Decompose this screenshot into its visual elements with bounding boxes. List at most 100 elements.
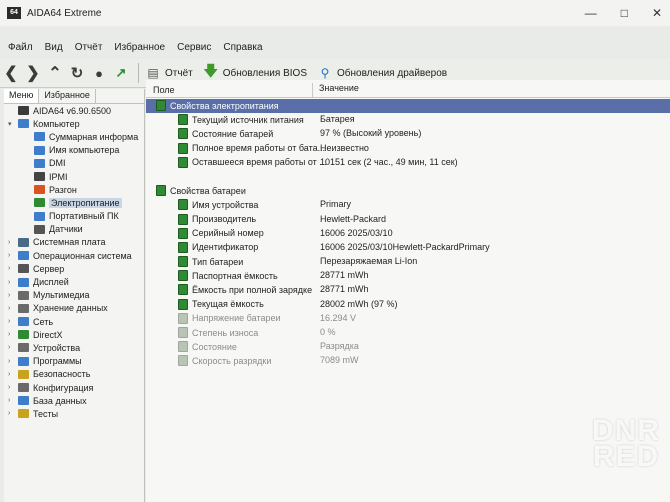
expand-icon[interactable]: › [8,292,16,299]
battery-icon [178,284,188,296]
column-field-header[interactable]: Поле [153,85,175,95]
up-icon[interactable]: ⌃ [44,62,66,84]
property-row[interactable]: Тип батареи Перезаряжаемая Li-Ion [146,255,670,269]
app-icon: 64 [7,7,21,19]
tree-item[interactable]: › Дисплей [4,275,144,288]
menu-file[interactable]: Файл [8,42,33,58]
tree-item[interactable]: › DirectX [4,328,144,341]
expand-icon[interactable]: › [8,410,16,417]
property-row[interactable]: Полное время работы от бата... Неизвестно [146,142,670,156]
expand-icon[interactable]: › [8,371,16,378]
property-row[interactable]: Ёмкость при полной зарядке 28771 mWh [146,283,670,297]
bios-update-label: Обновления BIOS [222,67,307,79]
property-row[interactable]: Имя устройства Primary [146,198,670,212]
column-value-header[interactable]: Значение [319,83,359,93]
battery-icon [178,327,188,338]
tree-item[interactable]: Электропитание [4,196,144,209]
tree-item[interactable]: Датчики [4,223,144,236]
expand-icon[interactable]: › [8,318,16,325]
tree-item[interactable]: › Сеть [4,315,144,328]
property-row[interactable]: Текущий источник питания Батарея [146,113,670,127]
property-row[interactable]: Напряжение батареи 16.294 V [146,312,670,326]
section-row[interactable]: Свойства электропитания [146,99,670,114]
menu-report[interactable]: Отчёт [75,42,103,58]
tree-item[interactable]: › Программы [4,355,144,368]
menu-favorites[interactable]: Избранное [114,42,165,58]
tree-node-icon [34,172,45,182]
tree-node-icon [18,237,29,247]
tree-node-icon [18,251,29,261]
tab-menu[interactable]: Меню [4,89,40,103]
property-row[interactable]: Паспортная ёмкость 28771 mWh [146,269,670,283]
expand-icon[interactable]: › [8,384,16,391]
expand-icon[interactable]: › [8,305,16,312]
section-row[interactable]: Свойства батареи [146,184,670,198]
property-row[interactable]: Производитель Hewlett-Packard [146,213,670,227]
title-bar: 64 AIDA64 Extreme — □ ✕ [0,0,670,26]
property-row[interactable]: Состояние Разрядка [146,340,670,354]
report-button[interactable]: ▤ Отчёт [145,65,193,81]
expand-icon[interactable]: ▾ [8,120,16,128]
maximize-icon[interactable]: □ [621,6,628,20]
tree-node-icon [18,330,29,340]
chart-icon[interactable]: ↗ [110,62,132,84]
tree-item[interactable]: Разгон [4,183,144,196]
property-row[interactable]: Серийный номер 16006 2025/03/10 [146,227,670,241]
menu-help[interactable]: Справка [223,42,262,58]
bios-update-button[interactable]: 🡇 Обновления BIOS [203,62,307,81]
property-row[interactable]: Состояние батарей 97 % (Высокий уровень) [146,127,670,141]
property-row[interactable]: Текущая ёмкость 28002 mWh (97 %) [146,298,670,312]
tree-item[interactable]: › Безопасность [4,368,144,381]
expand-icon[interactable]: › [8,239,16,246]
expand-icon[interactable]: › [8,252,16,259]
download-arrow-icon: 🡇 [203,62,219,80]
driver-update-button[interactable]: ⚲ Обновления драйверов [317,65,448,81]
property-field: Свойства электропитания [156,100,279,111]
property-field: Свойства батареи [156,185,246,197]
property-value: Разрядка [320,341,359,352]
tree-item[interactable]: › Сервер [4,262,144,275]
expand-icon[interactable]: › [8,331,16,338]
battery-icon [178,142,188,154]
column-divider[interactable] [312,83,313,97]
tree-item[interactable]: DMI [4,157,144,170]
tree-item[interactable]: › Хранение данных [4,302,144,315]
tree-item[interactable]: › База данных [4,394,144,407]
tree-item[interactable]: › Мультимедиа [4,289,144,302]
tree-item[interactable]: Портативный ПК [4,210,144,223]
property-row[interactable]: Идентификатор 16006 2025/03/10Hewlett-Pac… [146,241,670,255]
tree-item[interactable]: › Устройства [4,341,144,354]
report-label: Отчёт [165,67,193,79]
tree-item[interactable]: AIDA64 v6.90.6500 [4,104,144,117]
tree-item-label: Имя компьютера [49,145,120,156]
tree-item[interactable]: › Конфигурация [4,381,144,394]
menu-view[interactable]: Вид [45,42,63,58]
tree-item[interactable]: ▾ Компьютер [4,117,144,130]
back-icon[interactable]: ❮ [0,62,22,84]
property-field-label: Полное время работы от бата... [192,143,326,154]
menu-service[interactable]: Сервис [177,42,211,58]
expand-icon[interactable]: › [8,344,16,351]
forward-icon[interactable]: ❯ [22,62,44,84]
tree-item[interactable]: IPMI [4,170,144,183]
refresh-icon[interactable]: ↻ [66,62,88,84]
tree-node-icon [18,264,29,274]
tree-item[interactable]: › Операционная система [4,249,144,262]
property-row[interactable]: Скорость разрядки 7089 mW [146,354,670,368]
user-icon[interactable]: ● [88,62,110,84]
tab-favorites[interactable]: Избранное [39,89,96,103]
expand-icon[interactable]: › [8,397,16,404]
tree-item[interactable]: › Тесты [4,407,144,420]
tree-item-label: Портативный ПК [49,211,119,222]
tree-item[interactable]: › Системная плата [4,236,144,249]
minimize-icon[interactable]: — [585,6,597,20]
property-row[interactable]: Оставшееся время работы от ... 10151 сек … [146,156,670,170]
tree-item[interactable]: Суммарная информа [4,130,144,143]
tree-item[interactable]: Имя компьютера [4,144,144,157]
navigation-panel: Меню Избранное AIDA64 v6.90.6500 ▾ Компьют… [4,89,145,502]
expand-icon[interactable]: › [8,265,16,272]
expand-icon[interactable]: › [8,358,16,365]
close-icon[interactable]: ✕ [652,6,662,20]
property-row[interactable]: Степень износа 0 % [146,326,670,340]
expand-icon[interactable]: › [8,279,16,286]
